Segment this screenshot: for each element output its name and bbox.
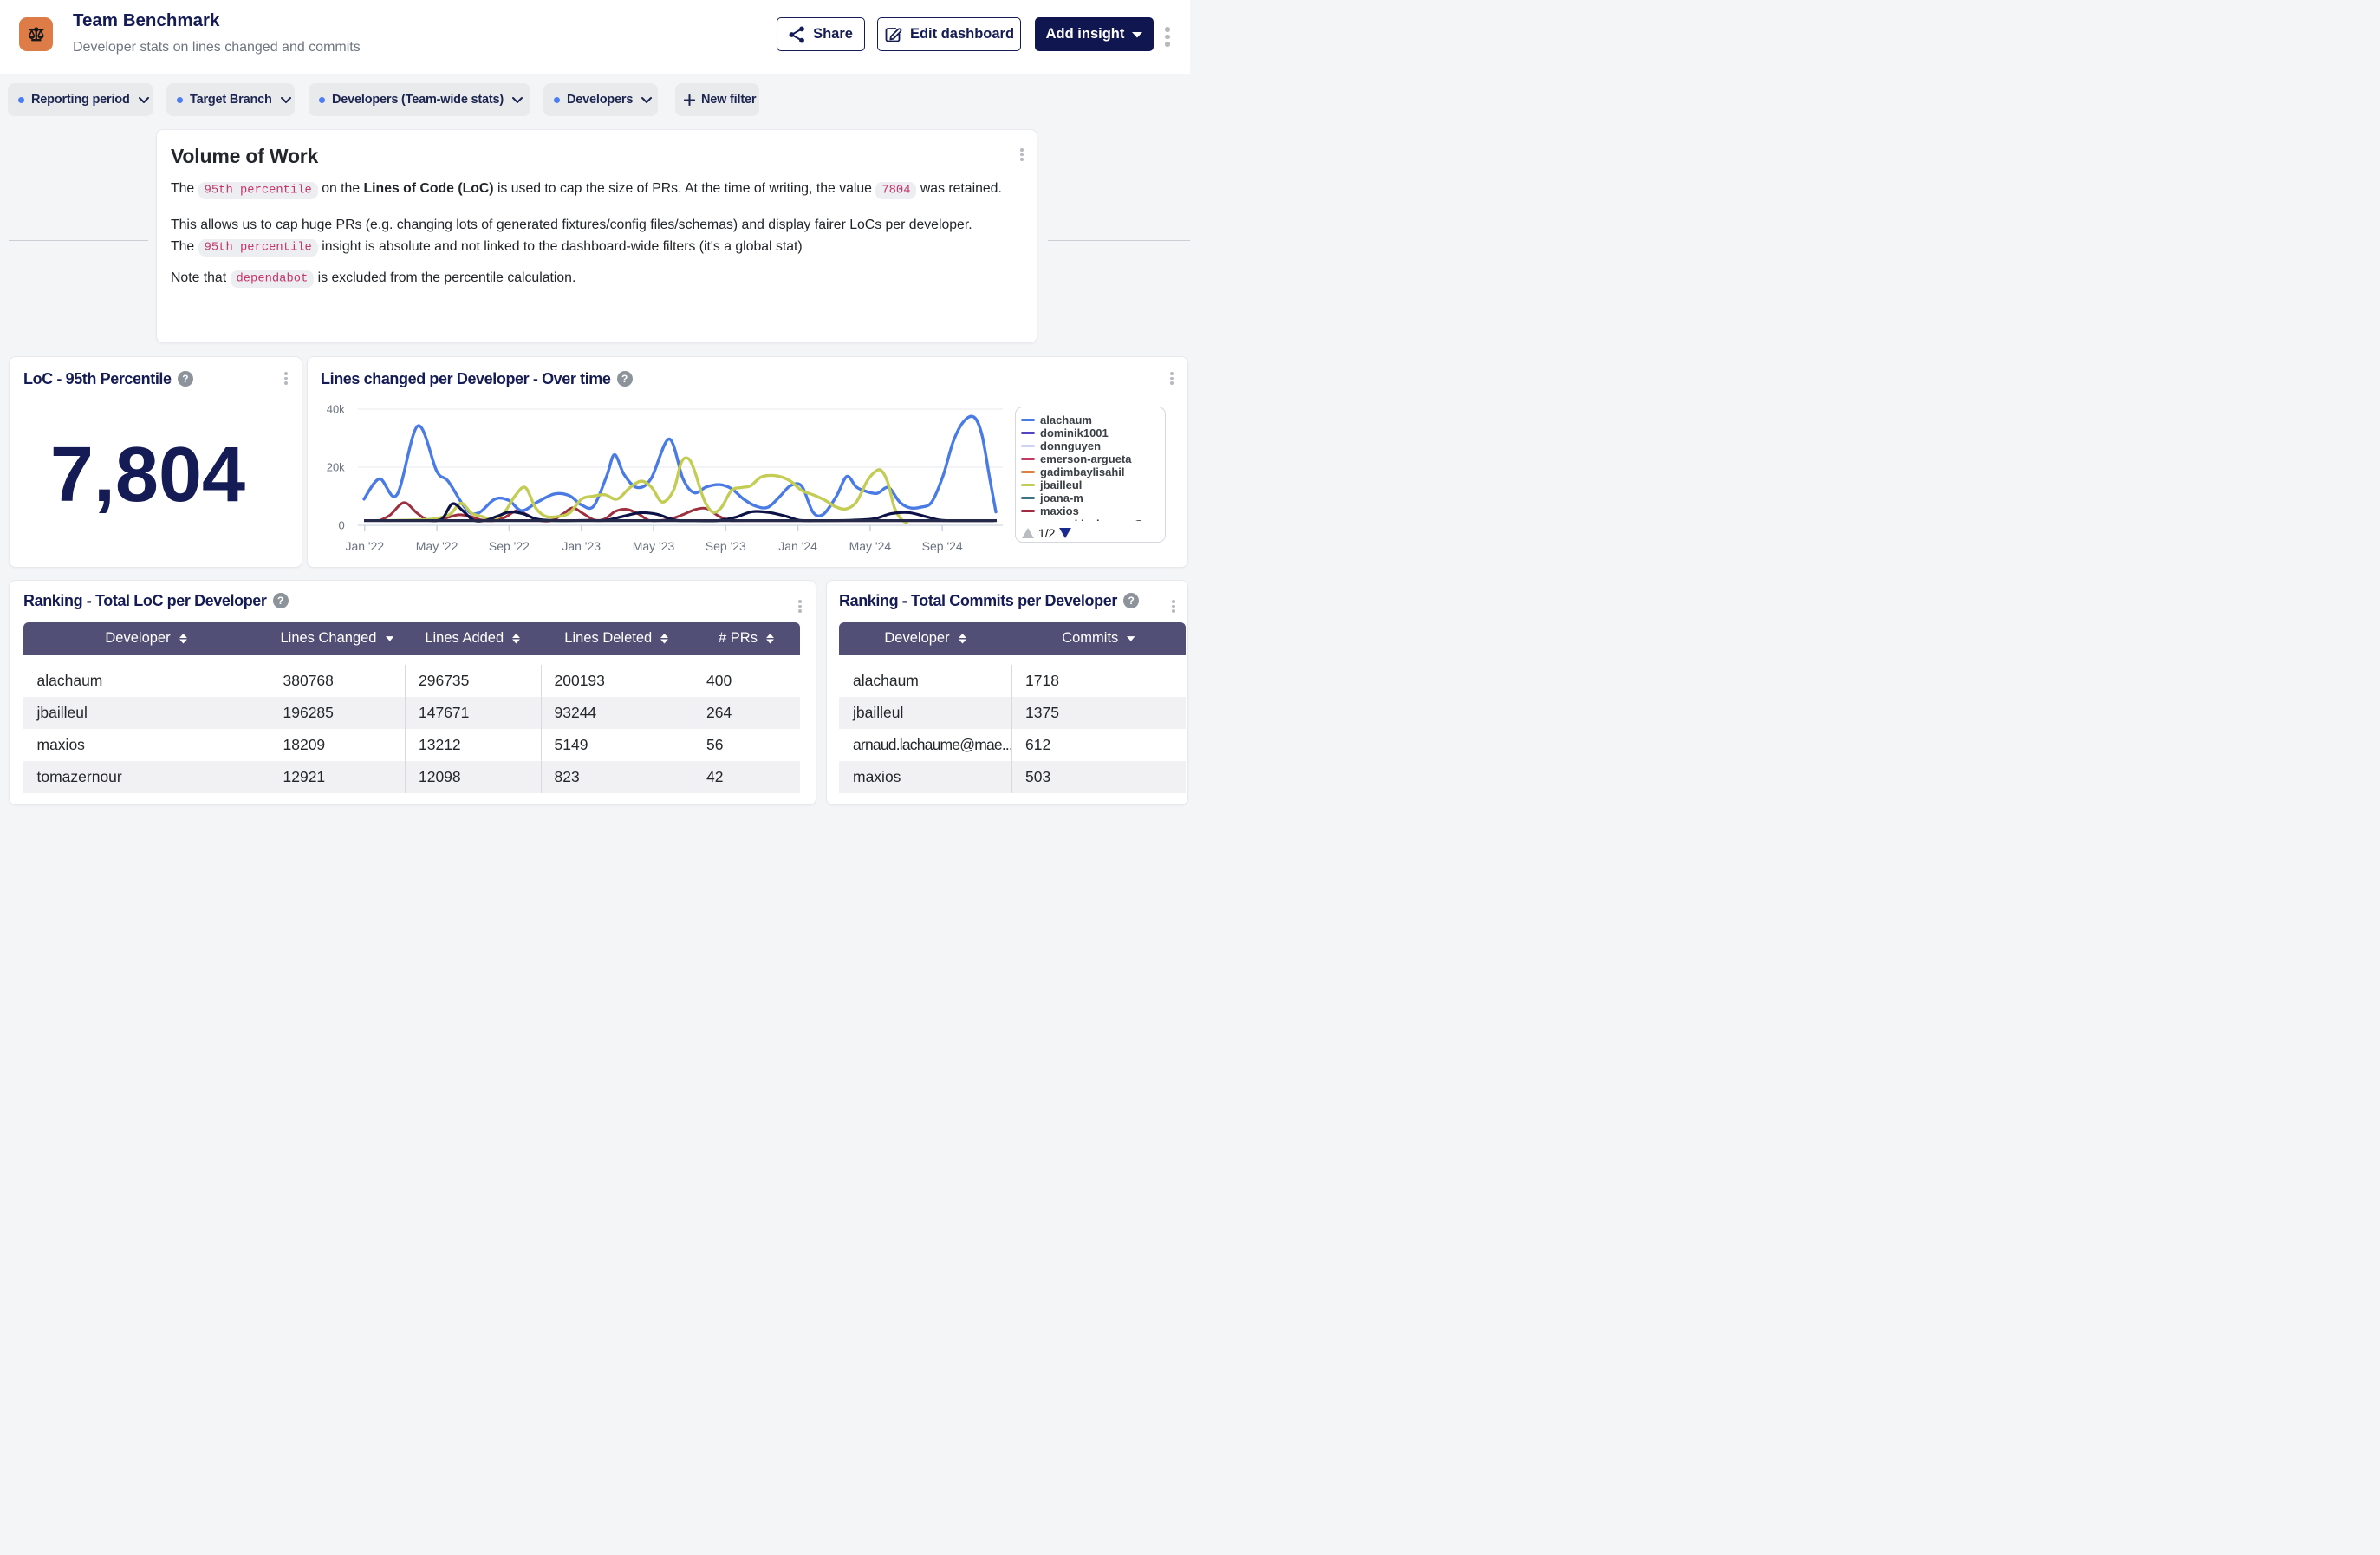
svg-text:0: 0 [338, 519, 344, 532]
svg-text:Jan '22: Jan '22 [345, 539, 384, 553]
svg-text:May '24: May '24 [849, 539, 892, 553]
svg-text:40k: 40k [327, 403, 345, 416]
svg-text:May '23: May '23 [633, 539, 675, 553]
svg-text:Sep '22: Sep '22 [489, 539, 530, 553]
svg-text:Jan '23: Jan '23 [562, 539, 601, 553]
svg-text:Sep '23: Sep '23 [706, 539, 746, 553]
svg-text:20k: 20k [327, 461, 345, 474]
svg-text:Jan '24: Jan '24 [778, 539, 817, 553]
svg-text:Sep '24: Sep '24 [922, 539, 963, 553]
svg-text:May '22: May '22 [416, 539, 458, 553]
